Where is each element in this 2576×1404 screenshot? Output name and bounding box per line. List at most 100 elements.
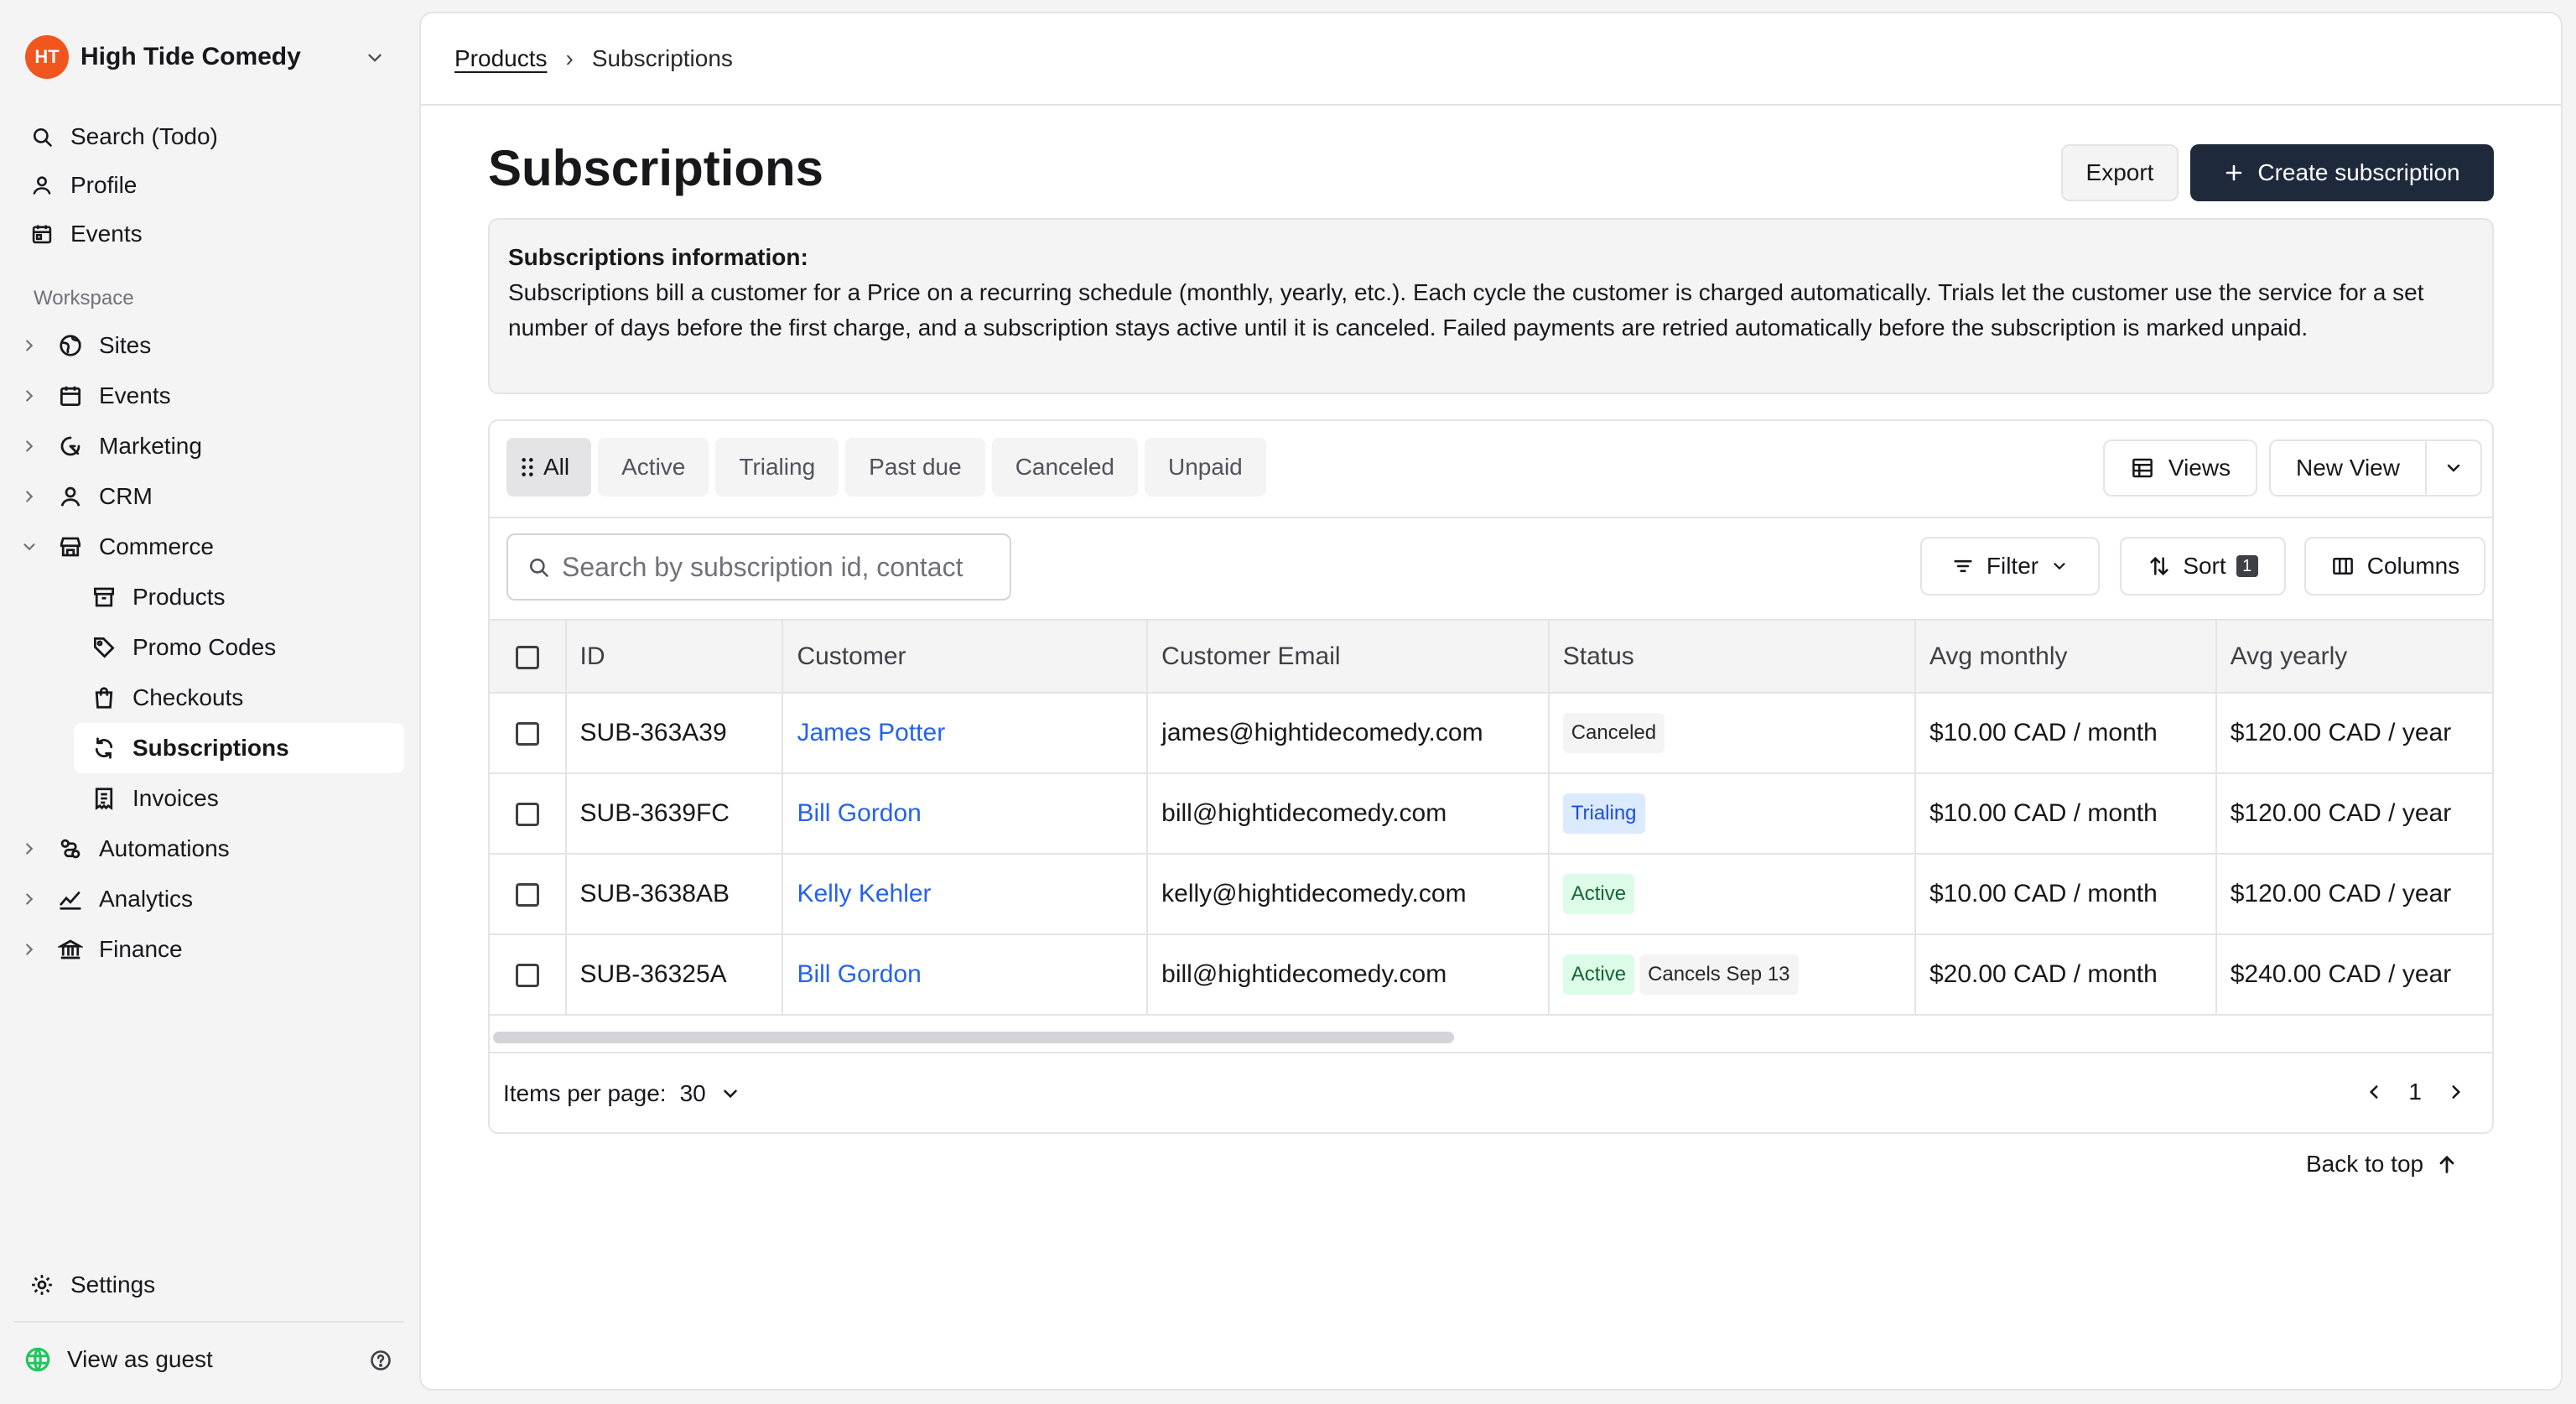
cell-avg-yearly: $120.00 CAD / year	[2215, 773, 2492, 855]
org-switcher[interactable]: HT High Tide Comedy	[25, 34, 394, 81]
chevron-down-icon[interactable]	[2427, 458, 2480, 478]
sidebar-item-invoices[interactable]: Invoices	[17, 773, 404, 824]
chevron-right-icon[interactable]	[2445, 1081, 2467, 1103]
sidebar-item-subscriptions[interactable]: Subscriptions	[74, 723, 404, 773]
tab-canceled[interactable]: Canceled	[991, 438, 1138, 497]
store-icon	[54, 534, 87, 559]
row-checkbox[interactable]	[515, 722, 539, 746]
cell-customer-link[interactable]: Bill Gordon	[782, 773, 1149, 855]
nav-events[interactable]: Events	[25, 210, 402, 258]
row-checkbox[interactable]	[515, 883, 539, 907]
sidebar-item-events[interactable]: Events	[17, 371, 404, 421]
tab-trialing[interactable]: Trialing	[715, 438, 839, 497]
view-tabs-row: All Active Trialing Past due Canceled Un…	[490, 421, 2492, 518]
view-as-guest[interactable]: View as guest	[23, 1339, 392, 1381]
chevron-down-icon[interactable]	[17, 538, 42, 556]
chevron-right-icon[interactable]	[17, 336, 42, 355]
tab-unpaid[interactable]: Unpaid	[1145, 438, 1266, 497]
status-badge: Trialing	[1562, 793, 1645, 834]
search-icon	[527, 555, 550, 579]
cell-avg-yearly: $120.00 CAD / year	[2215, 693, 2492, 774]
tag-icon	[87, 635, 121, 660]
table-row[interactable]: SUB-363A39 James Potter james@hightideco…	[490, 693, 2492, 774]
sidebar-item-commerce[interactable]: Commerce	[17, 522, 404, 572]
marketing-icon	[54, 434, 87, 459]
sort-count-badge: 1	[2236, 555, 2258, 577]
cell-id: SUB-3638AB	[565, 854, 784, 935]
cell-customer-link[interactable]: Bill Gordon	[782, 934, 1149, 1016]
breadcrumb: Products › Subscriptions	[421, 13, 2561, 106]
search-box[interactable]	[506, 533, 1011, 601]
nav-profile[interactable]: Profile	[25, 161, 402, 210]
column-header-avg-monthly[interactable]: Avg monthly	[1914, 621, 2217, 694]
sidebar-item-analytics[interactable]: Analytics	[17, 874, 404, 924]
nav-search[interactable]: Search (Todo)	[25, 112, 402, 161]
horizontal-scrollbar[interactable]	[493, 1032, 1454, 1043]
column-header-customer[interactable]: Customer	[782, 621, 1149, 694]
items-per-page[interactable]: Items per page: 30	[503, 1080, 741, 1107]
table-row[interactable]: SUB-3639FC Bill Gordon bill@hightidecome…	[490, 773, 2492, 855]
info-body: Subscriptions bill a customer for a Pric…	[508, 279, 2424, 341]
current-page: 1	[2408, 1079, 2422, 1105]
row-checkbox[interactable]	[515, 803, 539, 827]
column-header-email[interactable]: Customer Email	[1147, 621, 1550, 694]
chevron-left-icon[interactable]	[2363, 1081, 2385, 1103]
search-icon	[25, 125, 59, 148]
filter-button[interactable]: Filter	[1920, 537, 2100, 595]
sidebar-item-crm[interactable]: CRM	[17, 471, 404, 522]
search-input[interactable]	[562, 551, 998, 583]
analytics-icon	[54, 887, 87, 912]
chevron-down-icon	[2050, 557, 2069, 575]
sidebar-item-finance[interactable]: Finance	[17, 924, 404, 975]
chevron-right-icon[interactable]	[17, 437, 42, 455]
sidebar-item-automations[interactable]: Automations	[17, 824, 404, 874]
plus-icon	[2224, 163, 2244, 183]
column-header-avg-yearly[interactable]: Avg yearly	[2215, 621, 2492, 694]
breadcrumb-products[interactable]: Products	[454, 45, 548, 72]
new-view-button[interactable]: New View	[2269, 439, 2482, 497]
export-button[interactable]: Export	[2061, 144, 2179, 201]
sidebar-item-checkouts[interactable]: Checkouts	[17, 673, 404, 723]
chevron-right-icon[interactable]	[17, 940, 42, 959]
tab-active[interactable]: Active	[598, 438, 709, 497]
column-header-status[interactable]: Status	[1548, 621, 1916, 694]
globe-icon	[54, 333, 87, 358]
sidebar-item-marketing[interactable]: Marketing	[17, 421, 404, 471]
info-callout: Subscriptions information: Subscriptions…	[488, 218, 2494, 394]
chevron-right-icon[interactable]	[17, 890, 42, 908]
row-checkbox[interactable]	[515, 964, 539, 988]
back-to-top-button[interactable]: Back to top	[2306, 1151, 2459, 1178]
bank-icon	[54, 937, 87, 962]
sidebar-item-label: Finance	[99, 936, 183, 962]
table-row[interactable]: SUB-3638AB Kelly Kehler kelly@hightideco…	[490, 854, 2492, 935]
bag-icon	[87, 685, 121, 710]
cell-email: bill@hightidecomedy.com	[1147, 773, 1550, 855]
row-select-cell	[490, 773, 567, 855]
help-icon[interactable]	[369, 1349, 392, 1372]
cell-customer-link[interactable]: Kelly Kehler	[782, 854, 1149, 935]
cell-status: Active Cancels Sep 13	[1548, 934, 1916, 1016]
chevron-right-icon[interactable]	[17, 487, 42, 506]
chevron-right-icon[interactable]	[17, 387, 42, 405]
column-header-id[interactable]: ID	[565, 621, 784, 694]
arrow-up-icon	[2435, 1152, 2459, 1176]
cell-customer-link[interactable]: James Potter	[782, 693, 1149, 774]
sidebar-item-products[interactable]: Products	[17, 572, 404, 622]
nav-label: Profile	[70, 172, 138, 198]
views-button[interactable]: Views	[2103, 439, 2257, 497]
page-title: Subscriptions	[488, 140, 824, 196]
sidebar-item-label: Automations	[99, 835, 230, 861]
table-row[interactable]: SUB-36325A Bill Gordon bill@hightidecome…	[490, 934, 2492, 1016]
sort-button[interactable]: Sort 1	[2120, 537, 2286, 595]
columns-button[interactable]: Columns	[2304, 537, 2485, 595]
nav-settings[interactable]: Settings	[25, 1261, 402, 1309]
tab-past-due[interactable]: Past due	[845, 438, 985, 497]
tab-all[interactable]: All	[506, 438, 592, 497]
sidebar-item-sites[interactable]: Sites	[17, 320, 404, 371]
sidebar-item-promo-codes[interactable]: Promo Codes	[17, 622, 404, 673]
select-all-checkbox[interactable]	[515, 645, 539, 669]
sidebar-item-label: Events	[99, 382, 171, 408]
cell-avg-monthly: $10.00 CAD / month	[1914, 693, 2217, 774]
create-subscription-button[interactable]: Create subscription	[2190, 144, 2494, 201]
chevron-right-icon[interactable]	[17, 840, 42, 858]
